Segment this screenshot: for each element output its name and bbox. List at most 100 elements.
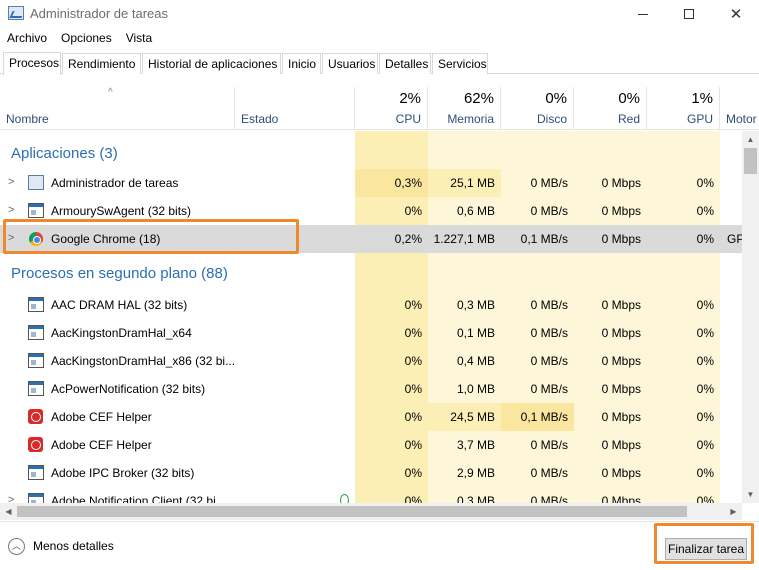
tab-servicios[interactable]: Servicios xyxy=(432,53,488,74)
memory-value: 24,5 MB xyxy=(428,403,501,431)
process-name: Google Chrome (18) xyxy=(51,232,161,246)
process-list: Aplicaciones (3) > Administrador de tare… xyxy=(0,131,742,503)
header-motor[interactable]: Motor xyxy=(720,87,759,130)
header-estado-label: Estado xyxy=(241,112,279,126)
network-value: 0 Mbps xyxy=(601,176,641,190)
cpu-value: 0,2% xyxy=(355,225,428,253)
minimize-button[interactable] xyxy=(620,0,666,28)
maximize-button[interactable] xyxy=(666,0,712,28)
table-row[interactable]: Adobe CEF Helper 0% 3,7 MB 0 MB/s 0 Mbps… xyxy=(0,431,742,459)
tab-procesos[interactable]: Procesos xyxy=(3,52,61,75)
gpu-value: 0% xyxy=(696,438,714,452)
chevron-right-icon[interactable]: > xyxy=(8,204,14,216)
disk-value: 0 MB/s xyxy=(530,382,568,396)
horizontal-scroll-thumb[interactable] xyxy=(17,506,687,517)
scroll-up-icon[interactable]: ▲ xyxy=(742,131,759,148)
memory-value: 0,4 MB xyxy=(456,354,495,368)
table-row[interactable]: AacKingstonDramHal_x64 0% 0,1 MB 0 MB/s … xyxy=(0,319,742,347)
header-red[interactable]: 0% Red xyxy=(574,87,647,130)
scroll-right-icon[interactable]: ▶ xyxy=(725,503,742,520)
disk-value: 0,1 MB/s xyxy=(501,225,574,253)
gpu-value: 0% xyxy=(696,466,714,480)
memory-value: 1.227,1 MB xyxy=(428,225,501,253)
header-nombre[interactable]: Nombre xyxy=(0,87,235,130)
vertical-scroll-thumb[interactable] xyxy=(744,148,757,174)
header-gpu[interactable]: 1% GPU xyxy=(647,87,720,130)
menu-archivo[interactable]: Archivo xyxy=(0,29,54,49)
scroll-left-icon[interactable]: ◀ xyxy=(0,503,17,520)
cpu-value: 0% xyxy=(404,382,422,396)
cpu-value: 0% xyxy=(404,354,422,368)
disk-value: 0 MB/s xyxy=(530,466,568,480)
group-header-background[interactable]: Procesos en segundo plano (88) xyxy=(0,261,742,289)
close-icon: ✕ xyxy=(729,6,743,23)
header-gpu-label: GPU xyxy=(686,112,713,126)
less-details-link[interactable]: Menos detalles xyxy=(33,539,114,553)
table-row[interactable]: Adobe CEF Helper 0% 24,5 MB 0,1 MB/s 0 M… xyxy=(0,403,742,431)
header-memoria[interactable]: 62% Memoria xyxy=(428,87,501,130)
header-memoria-label: Memoria xyxy=(447,112,494,126)
tab-historial[interactable]: Historial de aplicaciones xyxy=(142,53,281,74)
window-icon xyxy=(28,353,44,368)
table-row-selected[interactable]: > Google Chrome (18) 0,2% 1.227,1 MB 0,1… xyxy=(0,225,742,253)
network-value: 0 Mbps xyxy=(574,225,647,253)
network-value: 0 Mbps xyxy=(601,494,641,503)
task-manager-window: Administrador de tareas ✕ Archivo Opcion… xyxy=(0,0,759,570)
memory-value: 0,1 MB xyxy=(456,326,495,340)
table-row[interactable]: AacKingstonDramHal_x86 (32 bi... 0% 0,4 … xyxy=(0,347,742,375)
tab-rendimiento[interactable]: Rendimiento xyxy=(62,53,141,74)
window-icon xyxy=(28,381,44,396)
close-button[interactable]: ✕ xyxy=(713,0,759,28)
chevron-right-icon[interactable]: > xyxy=(8,494,14,503)
tab-detalles[interactable]: Detalles xyxy=(379,53,431,74)
network-value: 0 Mbps xyxy=(601,204,641,218)
header-estado[interactable]: Estado xyxy=(235,87,355,130)
memory-value: 1,0 MB xyxy=(456,382,495,396)
gpu-value: 0% xyxy=(696,410,714,424)
header-disco[interactable]: 0% Disco xyxy=(501,87,574,130)
memory-value: 0,3 MB xyxy=(456,494,495,503)
header-disco-pct: 0% xyxy=(545,90,567,107)
table-row[interactable]: > ArmourySwAgent (32 bits) 0% 0,6 MB 0 M… xyxy=(0,197,742,225)
header-gpu-pct: 1% xyxy=(691,90,713,107)
chevron-right-icon[interactable]: > xyxy=(8,232,14,244)
disk-value: 0 MB/s xyxy=(530,176,568,190)
horizontal-scrollbar[interactable]: ◀ ▶ xyxy=(0,503,742,520)
column-header: ^ Nombre Estado 2% CPU 62% Memoria 0% Di… xyxy=(0,87,759,130)
network-value: 0 Mbps xyxy=(601,298,641,312)
menu-opciones[interactable]: Opciones xyxy=(54,29,119,49)
disk-value: 0 MB/s xyxy=(530,438,568,452)
end-task-button[interactable]: Finalizar tarea xyxy=(665,538,747,560)
chevron-right-icon[interactable]: > xyxy=(8,176,14,188)
process-name: AacKingstonDramHal_x86 (32 bi... xyxy=(51,354,236,368)
gpu-value: 0% xyxy=(696,354,714,368)
task-manager-icon xyxy=(8,6,24,20)
gpu-value: 0% xyxy=(696,204,714,218)
scroll-down-icon[interactable]: ▼ xyxy=(742,486,759,503)
cpu-value: 0,3% xyxy=(355,169,428,197)
vertical-scrollbar[interactable]: ▲ ▼ xyxy=(742,131,759,503)
group-header-apps[interactable]: Aplicaciones (3) xyxy=(0,139,742,167)
group-title-background: Procesos en segundo plano (88) xyxy=(11,265,228,282)
process-name: AAC DRAM HAL (32 bits) xyxy=(51,298,188,312)
chevron-up-circle-icon[interactable]: ︿ xyxy=(8,538,25,555)
footer: ︿ Menos detalles Finalizar tarea xyxy=(0,521,759,570)
cpu-value: 0% xyxy=(404,326,422,340)
disk-value: 0 MB/s xyxy=(530,494,568,503)
table-row[interactable]: AAC DRAM HAL (32 bits) 0% 0,3 MB 0 MB/s … xyxy=(0,291,742,319)
network-value: 0 Mbps xyxy=(601,354,641,368)
window-title: Administrador de tareas xyxy=(30,6,169,21)
gpu-value: 0% xyxy=(696,176,714,190)
table-row[interactable]: > Adobe Notification Client (32 bi... 0%… xyxy=(0,487,742,503)
menu-vista[interactable]: Vista xyxy=(119,29,159,49)
process-name: Adobe CEF Helper xyxy=(51,410,152,424)
table-row[interactable]: Adobe IPC Broker (32 bits) 0% 2,9 MB 0 M… xyxy=(0,459,742,487)
header-cpu[interactable]: 2% CPU xyxy=(355,87,428,130)
tab-inicio[interactable]: Inicio xyxy=(282,53,321,74)
table-row[interactable]: AcPowerNotification (32 bits) 0% 1,0 MB … xyxy=(0,375,742,403)
header-cpu-pct: 2% xyxy=(399,90,421,107)
window-icon xyxy=(28,297,44,312)
minimize-icon xyxy=(638,13,648,15)
table-row[interactable]: > Administrador de tareas 0,3% 25,1 MB 0… xyxy=(0,169,742,197)
tab-usuarios[interactable]: Usuarios xyxy=(322,53,378,74)
